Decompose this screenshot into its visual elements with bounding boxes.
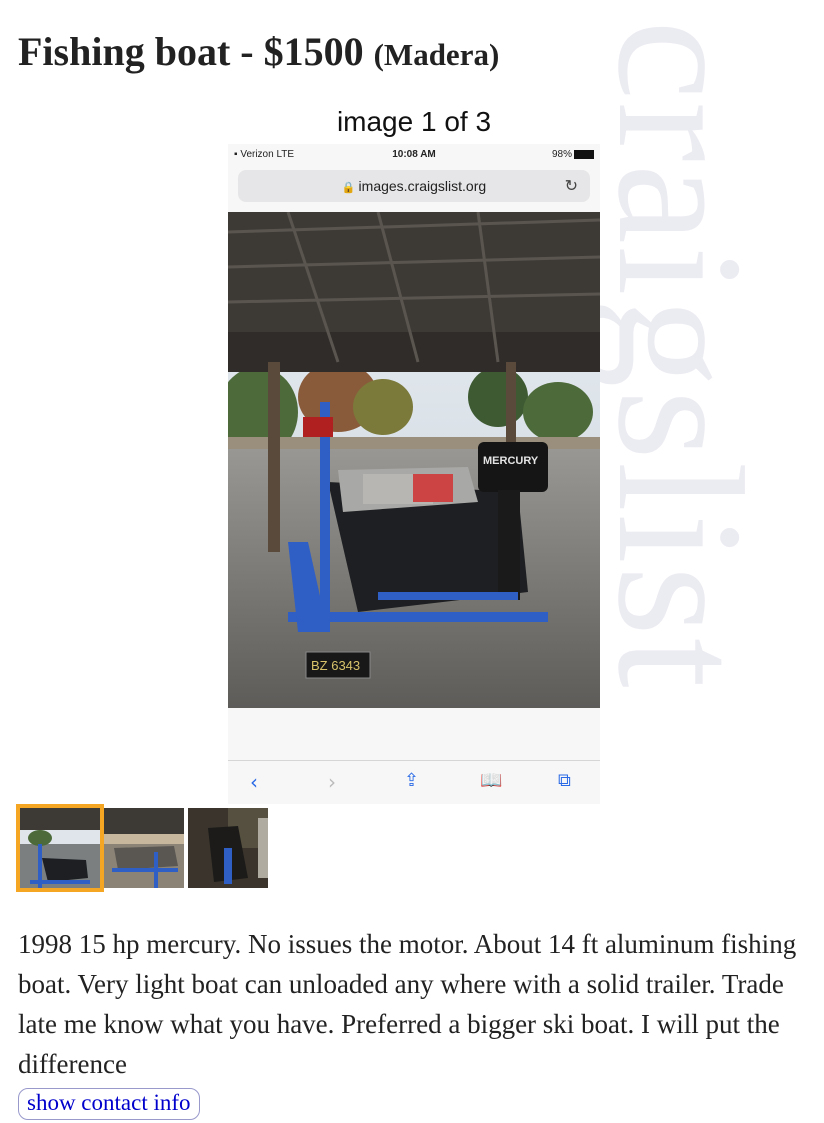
thumbnail-3[interactable] xyxy=(188,808,268,888)
back-arrow-icon: ‹ xyxy=(250,770,258,794)
thumbnail-1-image xyxy=(20,808,100,888)
image-counter: image 1 of 3 xyxy=(336,106,492,137)
phone-status-bar: ▪︎ Verizon LTE 10:08 AM 98% xyxy=(228,144,600,166)
posting-title-text: Fishing boat - $1500 xyxy=(18,29,364,74)
posting-body: 1998 15 hp mercury. No issues the motor.… xyxy=(18,929,797,1079)
url-text: images.craigslist.org xyxy=(358,178,487,194)
browser-url-bar: 🔒 images.craigslist.org ↻ xyxy=(238,170,590,202)
reload-icon: ↻ xyxy=(564,178,578,195)
lock-icon: 🔒 xyxy=(341,182,356,194)
main-image[interactable]: ▪︎ Verizon LTE 10:08 AM 98% 🔒 images.crai… xyxy=(228,144,600,804)
thumbnail-1[interactable] xyxy=(16,804,104,892)
thumbnail-2-image xyxy=(104,808,184,888)
share-icon: ⇪ xyxy=(404,770,420,791)
forward-arrow-icon: › xyxy=(328,770,336,794)
thumbnail-3-image xyxy=(188,808,268,888)
battery-icon xyxy=(574,149,594,159)
posting-location: (Madera) xyxy=(373,37,500,72)
browser-toolbar: ‹ › ⇪ 📖 ⧉ xyxy=(228,760,600,804)
bookmarks-icon: 📖 xyxy=(480,770,503,791)
thumbnail-2[interactable] xyxy=(104,808,184,888)
battery-indicator: 98% xyxy=(552,149,594,160)
tabs-icon: ⧉ xyxy=(558,770,571,791)
show-contact-info-button[interactable]: show contact info xyxy=(18,1088,200,1120)
status-time: 10:08 AM xyxy=(392,149,436,160)
posting-title: Fishing boat - $1500 (Madera) xyxy=(18,28,499,75)
watermark-text: craigslist xyxy=(600,20,780,690)
svg-text:BZ 6343: BZ 6343 xyxy=(311,658,360,673)
svg-text:MERCURY: MERCURY xyxy=(483,455,539,467)
boat-photo: MERCURY BZ 6343 xyxy=(228,212,600,708)
